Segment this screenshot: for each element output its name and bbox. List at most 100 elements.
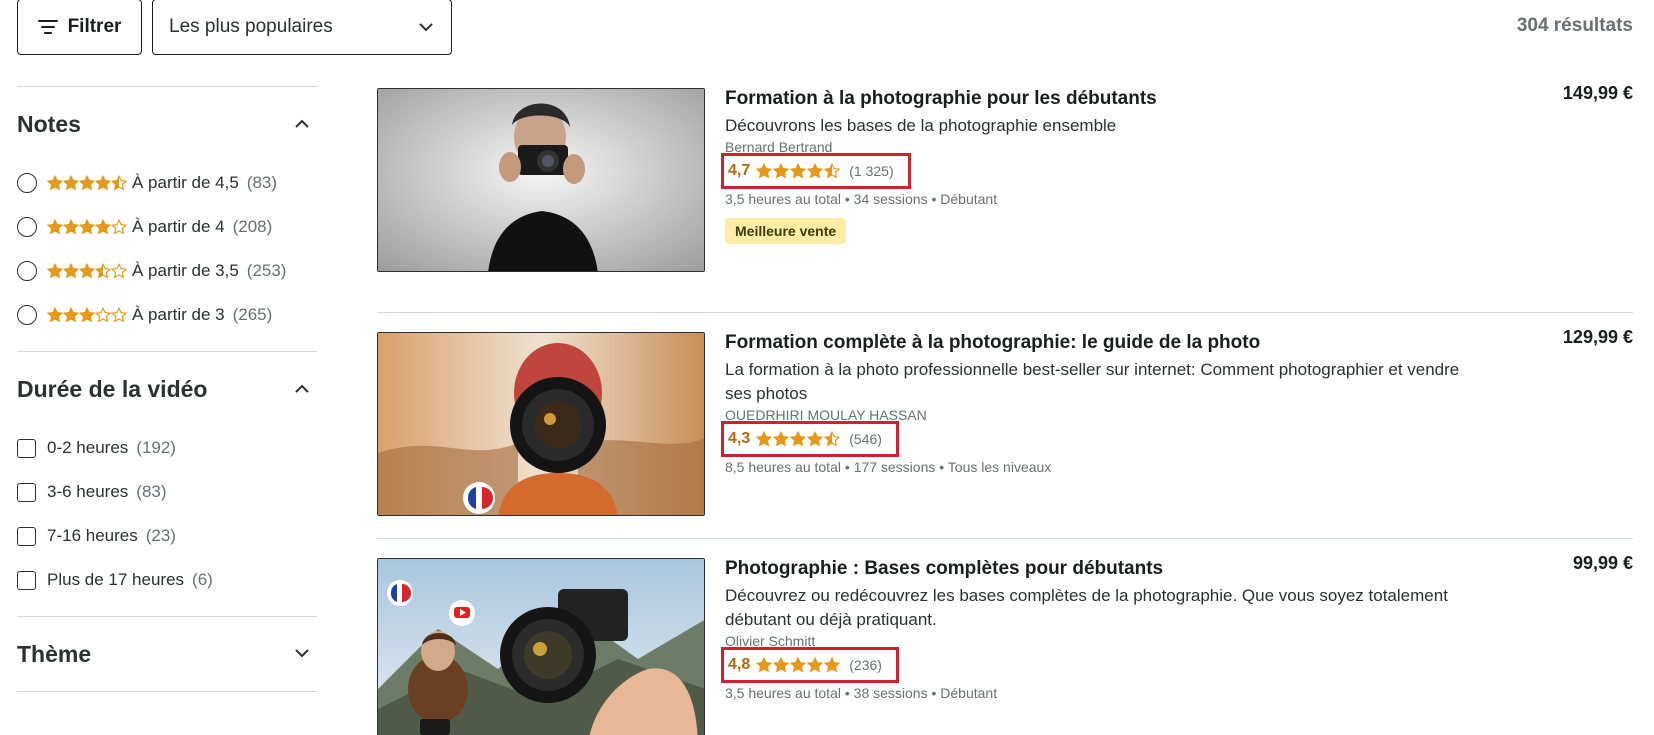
course-price: 129,99 € bbox=[1562, 327, 1633, 347]
radio-button[interactable] bbox=[17, 173, 37, 193]
rating-option-label: À partir de 4 bbox=[132, 217, 225, 236]
course-title[interactable]: Photographie : Bases complètes pour débu… bbox=[725, 556, 1465, 582]
checkbox[interactable] bbox=[17, 482, 36, 502]
radio-button[interactable] bbox=[17, 261, 37, 281]
star-rating bbox=[756, 657, 841, 673]
course-price: 149,99 € bbox=[1562, 83, 1633, 103]
checkbox[interactable] bbox=[17, 570, 36, 590]
duration-section-header[interactable]: Durée de la vidéo bbox=[17, 352, 317, 426]
duration-options: 0-2 heures (192) 3-6 heures (83) 7-16 he… bbox=[17, 426, 317, 616]
duration-option-label: Plus de 17 heures bbox=[47, 570, 185, 589]
rating-option[interactable]: À partir de 3,5 (253) bbox=[17, 249, 317, 293]
duration-option-label: 0-2 heures bbox=[47, 438, 129, 457]
course-title[interactable]: Formation à la photographie pour les déb… bbox=[725, 86, 1465, 112]
course-description: La formation à la photo professionnelle … bbox=[725, 360, 1460, 403]
star-half-icon bbox=[111, 175, 127, 191]
star-half-icon bbox=[824, 431, 841, 447]
ratings-section-title: Notes bbox=[17, 110, 81, 137]
course-author: Olivier Schmitt bbox=[725, 633, 816, 649]
star-full-icon bbox=[756, 657, 773, 673]
filter-icon bbox=[37, 19, 58, 35]
rating-value: 4,3 bbox=[728, 430, 751, 447]
filter-button[interactable]: Filtrer bbox=[17, 0, 142, 55]
star-full-icon bbox=[47, 219, 63, 235]
ratings-options: À partir de 4,5 (83) À partir de 4 (208)… bbox=[17, 161, 317, 351]
course-info: Photographie : Bases complètes pour débu… bbox=[721, 556, 1465, 702]
star-rating bbox=[756, 163, 841, 179]
star-rating bbox=[756, 431, 841, 447]
rating-option[interactable]: À partir de 3 (265) bbox=[17, 293, 317, 337]
ratings-section-header[interactable]: Notes bbox=[17, 87, 317, 161]
star-full-icon bbox=[756, 431, 773, 447]
star-empty-icon bbox=[111, 263, 127, 279]
filter-label: Filtrer bbox=[67, 16, 122, 37]
radio-button[interactable] bbox=[17, 305, 37, 325]
course-info: Formation à la photographie pour les déb… bbox=[721, 86, 1465, 244]
rating-option[interactable]: À partir de 4 (208) bbox=[17, 205, 317, 249]
course-author: Bernard Bertrand bbox=[725, 139, 833, 155]
course-rating: 4,3 (546) bbox=[721, 421, 899, 457]
course-thumbnail[interactable] bbox=[377, 332, 705, 516]
star-full-icon bbox=[47, 263, 63, 279]
filter-sidebar: Notes À partir de 4,5 (83) À partir de 4… bbox=[17, 86, 317, 692]
star-full-icon bbox=[47, 307, 63, 323]
sort-select[interactable]: Les plus populaires bbox=[152, 0, 452, 55]
rating-count: (236) bbox=[849, 657, 882, 673]
course-card[interactable]: Formation à la photographie pour les déb… bbox=[377, 83, 1633, 312]
chevron-up-icon[interactable] bbox=[295, 380, 309, 398]
chevron-down-icon bbox=[419, 16, 433, 38]
duration-option[interactable]: 7-16 heures (23) bbox=[17, 514, 317, 558]
rating-option-count: (265) bbox=[232, 305, 273, 324]
duration-option-count: (6) bbox=[192, 570, 213, 589]
theme-section-header[interactable]: Thème bbox=[17, 617, 317, 691]
rating-option[interactable]: À partir de 4,5 (83) bbox=[17, 161, 317, 205]
rating-count: (1 325) bbox=[849, 163, 894, 179]
duration-option[interactable]: Plus de 17 heures (6) bbox=[17, 558, 317, 602]
star-full-icon bbox=[807, 431, 824, 447]
star-full-icon bbox=[79, 307, 95, 323]
chevron-up-icon[interactable] bbox=[295, 115, 309, 133]
rating-value: 4,8 bbox=[728, 656, 751, 673]
star-rating bbox=[47, 263, 127, 279]
star-empty-icon bbox=[95, 307, 111, 323]
rating-option-count: (208) bbox=[232, 217, 273, 236]
star-full-icon bbox=[79, 219, 95, 235]
course-thumbnail[interactable] bbox=[377, 558, 705, 735]
duration-option-count: (192) bbox=[136, 438, 176, 457]
course-card[interactable]: Formation complète à la photographie: le… bbox=[377, 312, 1633, 538]
star-full-icon bbox=[773, 163, 790, 179]
star-rating bbox=[47, 307, 127, 323]
course-meta: 3,5 heures au total • 34 sessions • Débu… bbox=[725, 191, 998, 207]
checkbox[interactable] bbox=[17, 526, 36, 546]
checkbox[interactable] bbox=[17, 438, 36, 458]
radio-button[interactable] bbox=[17, 217, 37, 237]
star-empty-icon bbox=[111, 307, 127, 323]
course-rating: 4,7 (1 325) bbox=[721, 153, 911, 189]
course-card[interactable]: Photographie : Bases complètes pour débu… bbox=[377, 538, 1633, 735]
rating-option-count: (83) bbox=[246, 173, 278, 192]
star-full-icon bbox=[63, 175, 79, 191]
sort-value: Les plus populaires bbox=[169, 16, 333, 37]
star-full-icon bbox=[47, 175, 63, 191]
chevron-down-icon[interactable] bbox=[295, 645, 309, 663]
course-list: Formation à la photographie pour les déb… bbox=[377, 83, 1633, 735]
results-count: 304 résultats bbox=[1516, 15, 1633, 36]
star-full-icon bbox=[95, 219, 111, 235]
star-rating bbox=[47, 219, 127, 235]
star-full-icon bbox=[79, 263, 95, 279]
rating-count: (546) bbox=[849, 431, 882, 447]
course-meta: 8,5 heures au total • 177 sessions • Tou… bbox=[725, 459, 1052, 475]
star-full-icon bbox=[807, 163, 824, 179]
star-full-icon bbox=[63, 263, 79, 279]
star-full-icon bbox=[807, 657, 824, 673]
duration-option[interactable]: 3-6 heures (83) bbox=[17, 470, 317, 514]
duration-option[interactable]: 0-2 heures (192) bbox=[17, 426, 317, 470]
course-thumbnail[interactable] bbox=[377, 88, 705, 272]
course-info: Formation complète à la photographie: le… bbox=[721, 330, 1465, 476]
course-rating: 4,8 (236) bbox=[721, 647, 899, 683]
star-full-icon bbox=[773, 431, 790, 447]
star-full-icon bbox=[790, 657, 807, 673]
bestseller-badge: Meilleure vente bbox=[725, 218, 847, 244]
course-title[interactable]: Formation complète à la photographie: le… bbox=[725, 330, 1465, 356]
star-half-icon bbox=[95, 263, 111, 279]
